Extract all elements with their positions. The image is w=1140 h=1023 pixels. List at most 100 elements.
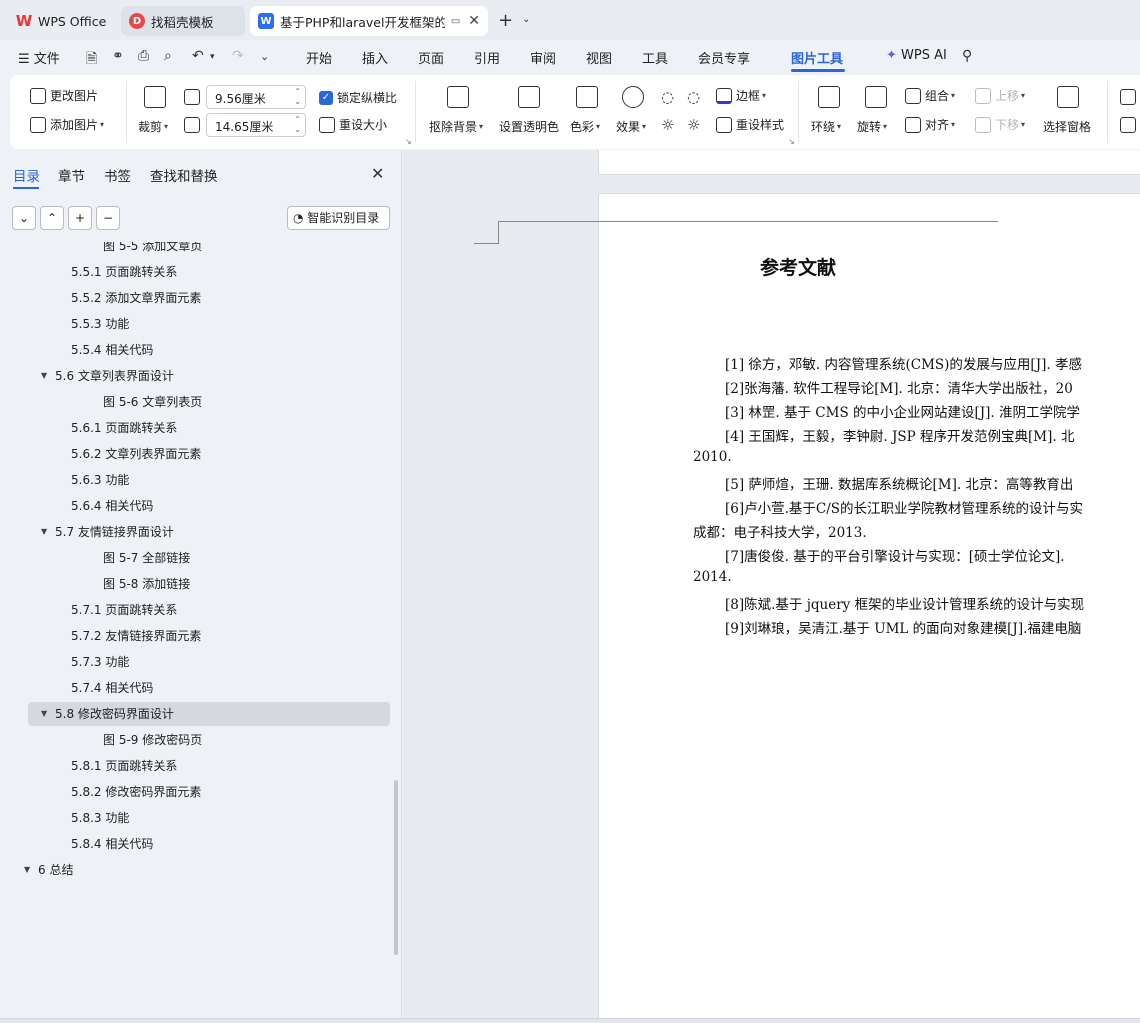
width-input[interactable]: 9.56厘米 ⌃ ⌄ [206,85,306,109]
collapse-down-button[interactable]: ⌄ [12,206,36,230]
chevron-down-icon[interactable]: ⌄ [522,14,530,25]
toc-item[interactable]: 5.5.4 相关代码 [28,338,390,362]
brightness-down-icon[interactable]: ☼ [661,116,674,134]
height-input[interactable]: 14.65厘米 ⌃ ⌄ [206,113,306,137]
set-transparent-icon[interactable] [518,86,540,108]
tab-chapters[interactable]: 章节 [58,165,85,185]
tab-bookmarks[interactable]: 书签 [104,165,131,185]
menu-page[interactable]: 页面 [418,48,444,67]
tab-docer-templates[interactable]: D 找稻壳模板 [121,6,245,36]
contrast-up-icon[interactable]: ◌ [687,88,700,106]
wrap-button[interactable]: 环绕 ▾ [811,118,841,135]
rotate-button[interactable]: 旋转 ▾ [857,118,887,135]
print-preview-icon[interactable]: ⌕ [164,48,172,64]
menu-review[interactable]: 审阅 [530,48,556,67]
selection-pane-button[interactable]: 选择窗格 [1043,118,1091,135]
toc-item[interactable]: 5.8.3 功能 [28,806,390,830]
toc-item[interactable]: 5.8.1 页面跳转关系 [28,754,390,778]
toc-item[interactable]: 图 5-9 修改密码页 [28,728,390,752]
menu-tools[interactable]: 工具 [642,48,668,67]
menu-insert[interactable]: 插入 [362,48,388,67]
lock-ratio-checkbox[interactable]: ✓ 锁定纵横比 [319,89,397,106]
move-up-button[interactable]: 上移 ▾ [975,87,1025,104]
toc-item[interactable]: ▼ 5.8 修改密码界面设计 [28,702,390,726]
add-image-button[interactable]: 添加图片 ▾ [30,116,104,133]
smart-toc-button[interactable]: ◔ 智能识别目录 [287,206,390,230]
toc-item[interactable]: 5.6.1 页面跳转关系 [28,416,390,440]
toc-item[interactable]: 5.7.2 友情链接界面元素 [28,624,390,648]
brightness-up-icon[interactable]: ◌ [661,88,674,106]
change-image-button[interactable]: 更改图片 [30,87,98,104]
search-icon[interactable]: ⚲ [962,48,972,64]
remove-background-button[interactable]: 抠除背景 ▾ [429,118,483,135]
selection-pane-icon[interactable] [1057,86,1079,108]
reset-style-button[interactable]: 重设样式 [716,116,784,133]
link-icon[interactable]: ⚭ [112,48,124,64]
add-heading-button[interactable]: + [68,206,92,230]
group-button[interactable]: 组合 ▾ [905,87,955,104]
more-tools-icon[interactable] [1120,89,1136,105]
window-mode-icon[interactable]: ▭ [451,16,460,27]
effect-icon[interactable] [622,86,644,108]
stepper-icon[interactable]: ⌃ ⌄ [294,115,301,135]
tab-toc[interactable]: 目录 [13,165,40,185]
toc-item[interactable]: 图 5-7 全部链接 [28,546,390,570]
toc-item[interactable]: ▼ 5.7 友情链接界面设计 [28,520,390,544]
redo-icon[interactable]: ↷ [232,48,244,64]
menu-member[interactable]: 会员专享 [698,48,750,67]
close-icon[interactable]: ✕ [371,164,384,183]
more-tools-icon[interactable] [1120,117,1136,133]
print-icon[interactable]: ⎙ [138,48,149,64]
set-transparent-button[interactable]: 设置透明色 [499,118,559,135]
remove-heading-button[interactable]: − [96,206,120,230]
tab-document[interactable]: W 基于PHP和laravel开发框架的C ▭ ✕ [250,6,488,36]
menu-picture-tools[interactable]: 图片工具 [791,48,843,67]
toc-item[interactable]: ▼ 5.6 文章列表界面设计 [28,364,390,388]
rotate-icon[interactable] [865,86,887,108]
toc-item[interactable]: 5.6.3 功能 [28,468,390,492]
dialog-launcher-icon[interactable]: ↘ [788,137,795,146]
new-tab-icon[interactable]: + [498,10,513,31]
toc-item[interactable]: 5.7.4 相关代码 [28,676,390,700]
toc-item[interactable]: 5.6.2 文章列表界面元素 [28,442,390,466]
crop-icon[interactable] [144,86,166,108]
tab-wps-office[interactable]: W WPS Office [8,6,116,36]
toc-item[interactable]: 图 5-8 添加链接 [28,572,390,596]
toc-item[interactable]: 图 5-6 文章列表页 [28,390,390,414]
menu-home[interactable]: 开始 [306,48,332,67]
undo-dropdown-icon[interactable]: ▾ [210,52,215,62]
move-down-button[interactable]: 下移 ▾ [975,116,1025,133]
dialog-launcher-icon[interactable]: ↘ [405,137,412,146]
expand-caret-icon[interactable]: ▼ [41,364,47,388]
undo-icon[interactable]: ↶ [192,48,204,64]
more-chevron-icon[interactable]: ⌄ [260,50,269,63]
menu-wps-ai[interactable]: ✦ WPS AI [886,48,947,63]
menu-reference[interactable]: 引用 [474,48,500,67]
stepper-icon[interactable]: ⌃ ⌄ [294,87,301,107]
wrap-icon[interactable] [818,86,840,108]
menu-view[interactable]: 视图 [586,48,612,67]
border-button[interactable]: 边框 ▾ [716,87,766,104]
reset-size-button[interactable]: 重设大小 [319,116,387,133]
align-button[interactable]: 对齐 ▾ [905,116,955,133]
toc-item[interactable]: 5.5.3 功能 [28,312,390,336]
expand-caret-icon[interactable]: ▼ [41,702,47,726]
toc-item[interactable]: ▼ 6 总结 [24,858,390,882]
expand-caret-icon[interactable]: ▼ [41,520,47,544]
expand-caret-icon[interactable]: ▼ [24,858,30,882]
crop-button[interactable]: 裁剪 ▾ [138,118,168,135]
toc-scrollbar[interactable] [394,780,398,955]
toc-item[interactable]: 5.8.2 修改密码界面元素 [28,780,390,804]
save-icon[interactable]: 🗎 [86,48,97,72]
toc-item[interactable]: 图 5-5 添加文章页 [28,242,390,258]
toc-item[interactable]: 5.5.2 添加文章界面元素 [28,286,390,310]
toc-item[interactable]: 5.7.3 功能 [28,650,390,674]
tab-find-replace[interactable]: 查找和替换 [150,165,218,185]
remove-background-icon[interactable] [447,86,469,108]
effect-button[interactable]: 效果 ▾ [616,118,646,135]
close-tab-icon[interactable]: ✕ [468,13,480,29]
color-button[interactable]: 色彩 ▾ [570,118,600,135]
color-icon[interactable] [576,86,598,108]
contrast-down-icon[interactable]: ☼ [687,116,700,134]
toc-item[interactable]: 5.6.4 相关代码 [28,494,390,518]
